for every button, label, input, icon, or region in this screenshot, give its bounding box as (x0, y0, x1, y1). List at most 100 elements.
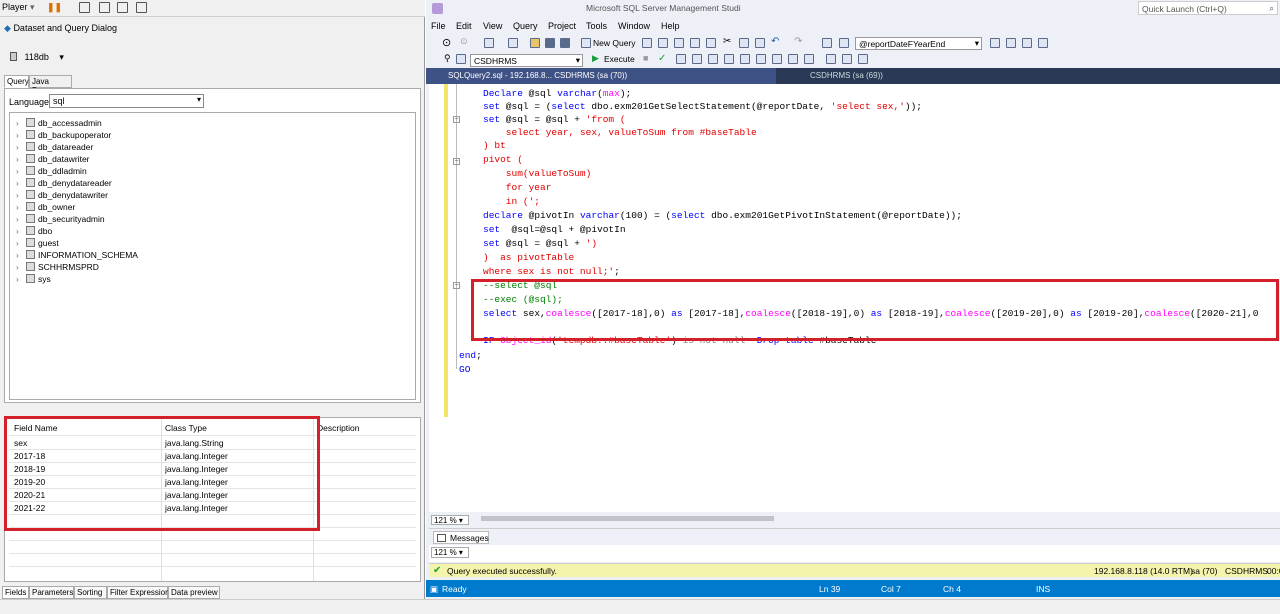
player-menu[interactable]: Player (2, 2, 28, 12)
editor-horizontal-scrollbar[interactable]: 121 % ▾ (429, 513, 1280, 525)
menu-window[interactable]: Window (618, 21, 650, 31)
execute-button[interactable]: Execute (604, 54, 635, 64)
tab-other-query[interactable]: CSDHRMS (sa (69)) (806, 68, 946, 84)
tree-item[interactable]: › sys (16, 273, 51, 285)
include-plan-icon[interactable] (724, 54, 734, 64)
tab-fields[interactable]: Fields (2, 586, 29, 599)
sql-editor[interactable]: − − − Declare @sql varchar(max); set @sq… (429, 84, 1280, 512)
collapse-icon[interactable]: − (453, 158, 460, 165)
menu-project[interactable]: Project (548, 21, 576, 31)
results-file-icon[interactable] (804, 54, 814, 64)
zoom-combo[interactable]: 121 % ▾ (431, 515, 469, 525)
menu-edit[interactable]: Edit (456, 21, 472, 31)
code-line: set @sql = @sql + 'from ( (483, 114, 626, 125)
menu-help[interactable]: Help (661, 21, 680, 31)
database-combo[interactable]: CSDHRMS ▾ (470, 54, 583, 67)
chevron-down-icon[interactable]: ▾ (30, 2, 35, 13)
new-project-icon[interactable] (484, 38, 494, 48)
scroll-thumb[interactable] (481, 516, 774, 521)
tree-item[interactable]: › guest (16, 237, 59, 249)
collapse-icon[interactable]: − (453, 282, 460, 289)
fit-icon[interactable] (117, 2, 128, 13)
menu-file[interactable]: File (431, 21, 446, 31)
uncomment-icon[interactable] (842, 54, 852, 64)
redo-icon[interactable]: ↷ (794, 36, 802, 47)
tree-item[interactable]: › INFORMATION_SCHEMA (16, 249, 138, 261)
results-text-icon[interactable] (772, 54, 782, 64)
tree-item[interactable]: › dbo (16, 225, 52, 237)
properties-icon[interactable] (839, 38, 849, 48)
template-icon[interactable] (1038, 38, 1048, 48)
menu-view[interactable]: View (483, 21, 502, 31)
new-query-button[interactable]: New Query (593, 38, 636, 48)
query-dax-icon[interactable] (706, 38, 716, 48)
toolbox-icon[interactable] (1022, 38, 1032, 48)
tree-item[interactable]: › db_securityadmin (16, 213, 105, 225)
tree-item[interactable]: › SCHHRMSPRD (16, 261, 99, 273)
connect-icon[interactable]: ⚲ (444, 53, 451, 64)
query-mdx-icon[interactable] (658, 38, 668, 48)
comment-icon[interactable] (826, 54, 836, 64)
forward-icon[interactable]: ⊙ (460, 36, 468, 47)
save-icon[interactable] (545, 38, 555, 48)
export-icon[interactable] (99, 2, 110, 13)
tree-item[interactable]: › db_datareader (16, 141, 93, 153)
change-connection-icon[interactable] (456, 54, 466, 64)
undo-icon[interactable]: ↶ (771, 36, 779, 47)
execute-icon[interactable]: ▶ (592, 53, 599, 64)
copy-icon[interactable] (136, 2, 147, 13)
tree-item[interactable]: › db_datawriter (16, 153, 90, 165)
collapse-icon[interactable]: − (453, 116, 460, 123)
add-item-icon[interactable] (508, 38, 518, 48)
results-grid-icon[interactable] (788, 54, 798, 64)
menu-query[interactable]: Query (513, 21, 538, 31)
display-plan-icon[interactable] (676, 54, 686, 64)
query-designer-icon[interactable] (692, 54, 702, 64)
tab-data-preview[interactable]: Data preview (168, 586, 220, 599)
language-select[interactable]: sql ▾ (49, 94, 204, 108)
new-query-icon[interactable] (581, 38, 591, 48)
indent-icon[interactable] (858, 54, 868, 64)
tree-item[interactable]: › db_backupoperator (16, 129, 111, 141)
query-dmx-icon[interactable] (674, 38, 684, 48)
quick-launch-input[interactable]: Quick Launch (Ctrl+Q) ⌕ (1138, 1, 1278, 15)
query-xmla-icon[interactable] (690, 38, 700, 48)
cut-icon[interactable]: ✂ (723, 36, 731, 47)
print-icon[interactable] (79, 2, 90, 13)
tab-sorting[interactable]: Sorting (74, 586, 107, 599)
tab-query[interactable]: Query (4, 75, 29, 88)
tree-item[interactable]: › db_accessadmin (16, 117, 102, 129)
tree-item[interactable]: › db_owner (16, 201, 75, 213)
tab-filter-expression[interactable]: Filter Expression (107, 586, 170, 599)
back-icon[interactable]: ⊙ (442, 36, 451, 49)
open-file-icon[interactable] (530, 38, 540, 48)
solution-explorer-icon[interactable] (990, 38, 1000, 48)
tab-parameters[interactable]: Parameters (29, 586, 74, 599)
wrench-icon[interactable] (1006, 38, 1016, 48)
stop-icon[interactable]: ■ (643, 53, 648, 63)
query-db-icon[interactable] (642, 38, 652, 48)
tab-java-bean[interactable]: Java Bean (29, 75, 72, 95)
menu-tools[interactable]: Tools (586, 21, 607, 31)
find-combo[interactable]: @reportDateFYearEnd ▾ (855, 37, 982, 50)
database-selector[interactable]: 118db ▾ (10, 52, 64, 63)
zoom-combo[interactable]: 121 % ▾ (431, 547, 469, 558)
paste-icon[interactable] (755, 38, 765, 48)
save-all-icon[interactable] (560, 38, 570, 48)
elapsed-time: 00:0 (1267, 566, 1280, 576)
tree-item[interactable]: › db_denydatareader (16, 177, 112, 189)
tab-messages[interactable]: Messages (433, 531, 489, 544)
copy-icon[interactable] (739, 38, 749, 48)
code-line: set @sql=@sql + @pivotIn (483, 224, 626, 235)
tree-item[interactable]: › db_denydatawriter (16, 189, 108, 201)
object-explorer-icon[interactable] (822, 38, 832, 48)
column-header-description[interactable]: Description (317, 423, 360, 433)
code-line: ) bt (483, 140, 506, 151)
parse-icon[interactable]: ✓ (658, 53, 666, 64)
tab-sqlquery2[interactable]: SQLQuery2.sql - 192.168.8... CSDHRMS (sa… (426, 68, 776, 84)
tree-item[interactable]: › db_ddladmin (16, 165, 87, 177)
pause-icon[interactable]: ❚❚ (47, 2, 62, 13)
intellisense-icon[interactable] (708, 54, 718, 64)
client-stats-icon[interactable] (756, 54, 766, 64)
live-stats-icon[interactable] (740, 54, 750, 64)
